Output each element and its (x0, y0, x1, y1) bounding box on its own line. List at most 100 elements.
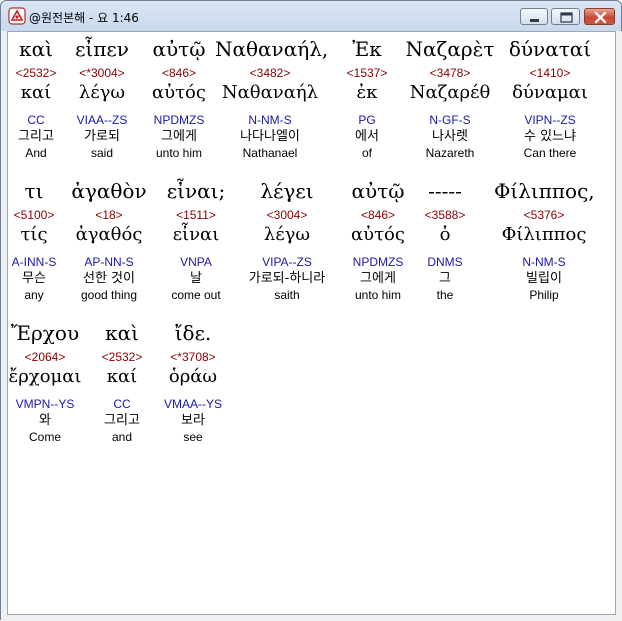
korean-gloss: 그리고 (104, 413, 140, 428)
strong-number: <5376> (523, 208, 565, 222)
interlinear-word[interactable]: λέγει <3004> λέγω VIPA--ZS 가로되-하니라 saith (232, 177, 342, 302)
interlinear-word[interactable]: ----- <3588> ὁ DNMS 그 the (417, 177, 473, 302)
lemma: ἔρχομαι (8, 366, 82, 387)
lemma: εἶναι (172, 224, 220, 245)
english-gloss: said (90, 146, 113, 160)
lemma: Ναζαρέθ (409, 82, 491, 103)
greek-word: δύναταί (508, 37, 592, 61)
right-border (616, 31, 622, 620)
korean-gloss: 빌립이 (526, 271, 562, 286)
korean-gloss: 그에게 (360, 271, 396, 286)
english-gloss: see (183, 430, 203, 444)
lemma: Φίλιππος (501, 224, 587, 245)
strong-number: <*3004> (79, 66, 125, 80)
lemma: τίς (20, 224, 48, 245)
strong-number: <*3708> (170, 350, 216, 364)
parsing-code: VIPN--ZS (524, 113, 576, 127)
english-gloss: good thing (80, 288, 138, 302)
parsing-code: NPDMZS (352, 255, 404, 269)
interlinear-word[interactable]: εἶπεν <*3004> λέγω VIAA--ZS 가로되 said (59, 35, 145, 160)
greek-word: αὐτῷ (152, 37, 206, 61)
lemma: λέγω (78, 82, 126, 103)
greek-word: Ναθαναήλ, (215, 37, 329, 61)
interlinear-word[interactable]: Ἔρχου <2064> ἔρχομαι VMPN--YS 와 Come (7, 319, 83, 444)
strong-number: <3482> (249, 66, 291, 80)
lemma: ὁράω (168, 366, 218, 387)
english-gloss: unto him (155, 146, 203, 160)
interlinear-word[interactable]: ἴδε. <*3708> ὁράω VMAA--YS 보라 see (153, 319, 233, 444)
interlinear-word[interactable]: αὐτῷ <846> αὐτός NPDMZS 그에게 unto him (139, 35, 219, 160)
english-gloss: unto him (354, 288, 402, 302)
english-gloss: Nathanael (242, 146, 298, 160)
english-gloss: Philip (529, 288, 559, 302)
parsing-code: CC (27, 113, 45, 127)
interlinear-word[interactable]: Ναθαναήλ, <3482> Ναθαναήλ N-NM-S 나다나엘이 Nathan… (215, 35, 329, 160)
korean-gloss: 선한 것이 (83, 271, 135, 286)
korean-gloss: 가로되 (84, 129, 120, 144)
strong-number: <1511> (176, 208, 216, 222)
parsing-code: VMAA--YS (163, 397, 222, 411)
interlinear-word[interactable]: ἀγαθὸν <18> ἀγαθός AP-NN-S 선한 것이 good thing (69, 177, 149, 302)
strong-number: <3004> (266, 208, 308, 222)
english-gloss: saith (274, 288, 300, 302)
interlinear-word[interactable]: καὶ <2532> καί CC 그리고 and (92, 319, 152, 444)
greek-word: Ἔρχου (10, 321, 80, 345)
lemma: Ναθαναήλ (221, 82, 319, 103)
greek-word: αὐτῷ (351, 179, 405, 203)
minimize-button[interactable] (520, 8, 548, 25)
english-gloss: Come (28, 430, 61, 444)
interlinear-view[interactable]: καὶ <2532> καί CC 그리고 And εἶπεν <*3004> λέγω VIAA… (7, 31, 616, 615)
interlinear-word[interactable]: δύναταί <1410> δύναμαι VIPN--ZS 수 있느냐 Can the… (505, 35, 595, 160)
title-bar[interactable]: @원전본해 - 요 1:46 (1, 1, 621, 31)
window-title: @원전본해 - 요 1:46 (29, 11, 139, 25)
korean-gloss: 그리고 (18, 129, 54, 144)
greek-word: Φίλιππος, (494, 179, 595, 203)
korean-gloss: 날 (190, 271, 202, 286)
interlinear-word[interactable]: τι <5100> τίς A-INN-S 무슨 any (4, 177, 64, 302)
lemma: λέγω (263, 224, 311, 245)
korean-gloss: 가로되-하니라 (248, 271, 326, 286)
english-gloss: any (24, 288, 44, 302)
lemma: αὐτός (152, 82, 206, 103)
strong-number: <3588> (424, 208, 466, 222)
korean-gloss: 수 있느냐 (524, 129, 576, 144)
interlinear-word[interactable]: Ἐκ <1537> ἐκ PG 에서 of (337, 35, 397, 160)
parsing-code: PG (358, 113, 376, 127)
parsing-code: DNMS (427, 255, 463, 269)
greek-word: λέγει (260, 179, 314, 203)
lemma: ὁ (439, 224, 451, 245)
parsing-code: N-GF-S (429, 113, 471, 127)
strong-number: <5100> (13, 208, 55, 222)
interlinear-word[interactable]: Ναζαρὲτ <3478> Ναζαρέθ N-GF-S 나사렛 Nazareth (404, 35, 496, 160)
english-gloss: of (361, 146, 372, 160)
interlinear-word[interactable]: Φίλιππος, <5376> Φίλιππος N-NM-S 빌립이 Philip (494, 177, 595, 302)
english-gloss: come out (171, 288, 221, 302)
close-icon (594, 11, 607, 24)
lemma: αὐτός (351, 224, 405, 245)
maximize-button[interactable] (551, 8, 580, 25)
maximize-icon (560, 12, 573, 23)
english-gloss: the (436, 288, 454, 302)
strong-number: <3478> (429, 66, 471, 80)
korean-gloss: 와 (39, 413, 51, 428)
english-gloss: and (111, 430, 133, 444)
greek-word: τι (24, 179, 44, 203)
korean-gloss: 나다나엘이 (240, 129, 300, 144)
interlinear-word[interactable]: εἶναι; <1511> εἶναι VNPA 날 come out (156, 177, 236, 302)
close-button[interactable] (584, 8, 615, 25)
korean-gloss: 에서 (355, 129, 379, 144)
bottom-border (1, 615, 622, 621)
interlinear-word[interactable]: αὐτῷ <846> αὐτός NPDMZS 그에게 unto him (338, 177, 418, 302)
app-window: @원전본해 - 요 1:46 καὶ <2532> καί CC 그리고 And εἶπεν… (0, 0, 622, 621)
english-gloss: Can there (523, 146, 577, 160)
strong-number: <2064> (24, 350, 66, 364)
korean-gloss: 보라 (181, 413, 205, 428)
parsing-code: N-NM-S (522, 255, 566, 269)
lemma: ἀγαθός (75, 224, 143, 245)
greek-word: εἶναι; (166, 179, 226, 203)
greek-word: Ἐκ (352, 37, 382, 61)
korean-gloss: 무슨 (22, 271, 46, 286)
parsing-code: A-INN-S (11, 255, 57, 269)
greek-word: καὶ (19, 37, 53, 61)
interlinear-word[interactable]: καὶ <2532> καί CC 그리고 And (8, 35, 64, 160)
